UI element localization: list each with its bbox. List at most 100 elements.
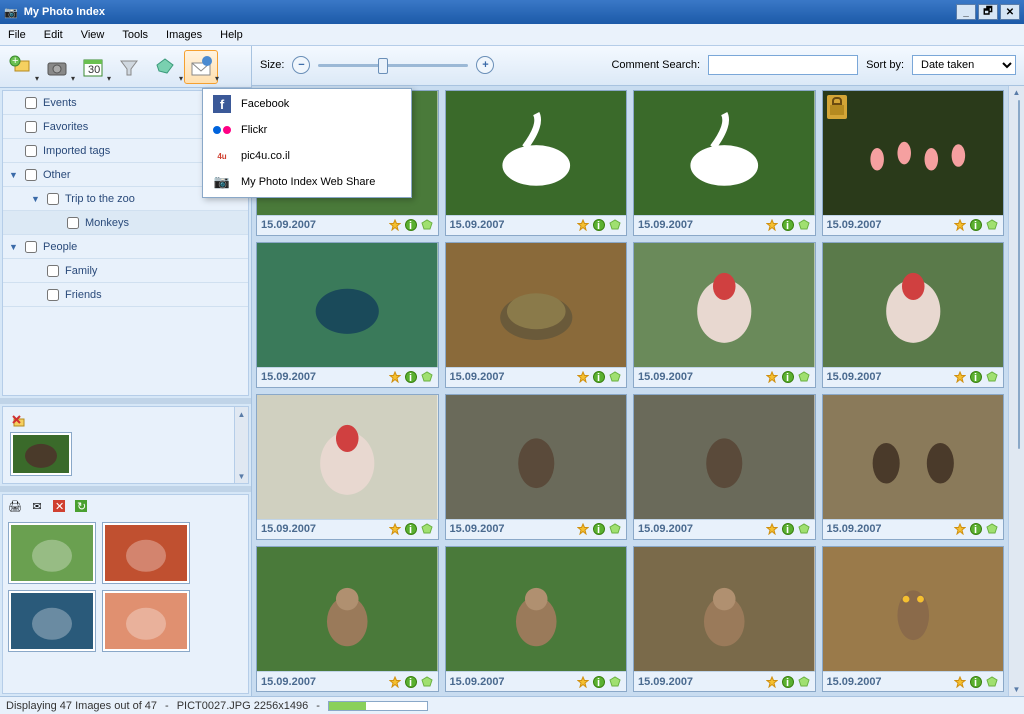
filter-button[interactable] [112,50,146,84]
comment-search-input[interactable] [708,55,858,75]
star-icon[interactable] [953,522,967,536]
share-menu-item[interactable]: 4upic4u.co.il [205,143,409,169]
star-icon[interactable] [765,370,779,384]
tag-checkbox[interactable] [25,169,37,181]
photo-card[interactable]: 15.09.2007i [445,242,628,388]
camera-button[interactable]: ▾ [40,50,74,84]
sort-select[interactable]: Date taken [912,55,1016,75]
expander-icon[interactable]: ▼ [9,170,19,180]
star-icon[interactable] [388,370,402,384]
photo-thumbnail[interactable] [823,243,1004,367]
photo-card[interactable]: 15.09.2007i [256,394,439,540]
photo-thumbnail[interactable] [823,91,1004,215]
menu-view[interactable]: View [81,29,105,41]
tag-icon[interactable] [420,370,434,384]
menu-file[interactable]: File [8,29,26,41]
zoom-out-button[interactable]: − [292,56,310,74]
tag-icon[interactable] [420,218,434,232]
star-icon[interactable] [576,218,590,232]
star-icon[interactable] [388,218,402,232]
photo-card[interactable]: 15.09.2007i [822,546,1005,692]
share-menu-item[interactable]: 📷My Photo Index Web Share [205,169,409,195]
photo-card[interactable]: 15.09.2007i [633,394,816,540]
info-icon[interactable]: i [781,522,795,536]
star-icon[interactable] [953,675,967,689]
splitter-1[interactable] [0,398,251,404]
selection-scrollbar[interactable]: ▲▼ [234,407,248,483]
photo-card[interactable]: 15.09.2007i [445,394,628,540]
tag-icon[interactable] [608,522,622,536]
info-icon[interactable]: i [592,675,606,689]
menu-help[interactable]: Help [220,29,243,41]
star-icon[interactable] [953,370,967,384]
info-icon[interactable]: i [404,370,418,384]
info-icon[interactable]: i [592,218,606,232]
mail-icon[interactable]: ✉ [29,498,45,514]
tag-color-button[interactable]: ▾ [148,50,182,84]
size-slider[interactable] [318,56,468,74]
photo-thumbnail[interactable] [634,91,815,215]
tag-icon[interactable] [985,370,999,384]
star-icon[interactable] [388,522,402,536]
menu-images[interactable]: Images [166,29,202,41]
add-tag-button[interactable]: +▾ [4,50,38,84]
delete-red-icon[interactable]: ✕ [51,498,67,514]
refresh-green-icon[interactable]: ↻ [73,498,89,514]
tag-row[interactable]: Friends [3,283,248,307]
star-icon[interactable] [576,522,590,536]
photo-card[interactable]: 15.09.2007i [822,90,1005,236]
tag-checkbox[interactable] [67,217,79,229]
tag-icon[interactable] [608,675,622,689]
info-icon[interactable]: i [592,522,606,536]
tag-icon[interactable] [985,675,999,689]
photo-thumbnail[interactable] [257,395,438,519]
info-icon[interactable]: i [404,218,418,232]
photo-thumbnail[interactable] [823,547,1004,671]
star-icon[interactable] [953,218,967,232]
menu-edit[interactable]: Edit [44,29,63,41]
tag-checkbox[interactable] [25,145,37,157]
tag-checkbox[interactable] [25,241,37,253]
info-icon[interactable]: i [969,675,983,689]
star-icon[interactable] [388,675,402,689]
star-icon[interactable] [765,522,779,536]
tag-icon[interactable] [420,522,434,536]
photo-thumbnail[interactable] [634,243,815,367]
grid-scrollbar[interactable]: ▲ ▼ [1008,86,1024,696]
tag-icon[interactable] [797,370,811,384]
photo-card[interactable]: 15.09.2007i [633,242,816,388]
photo-thumbnail[interactable] [446,395,627,519]
zoom-in-button[interactable]: + [476,56,494,74]
tag-checkbox[interactable] [47,265,59,277]
tag-icon[interactable] [797,675,811,689]
photo-thumbnail[interactable] [446,547,627,671]
star-icon[interactable] [765,218,779,232]
tag-checkbox[interactable] [25,97,37,109]
tag-icon[interactable] [985,522,999,536]
tag-row[interactable]: ▼People [3,235,248,259]
photo-thumbnail[interactable] [634,547,815,671]
tag-icon[interactable] [985,218,999,232]
info-icon[interactable]: i [592,370,606,384]
tag-checkbox[interactable] [25,121,37,133]
photo-thumbnail[interactable] [446,243,627,367]
photo-card[interactable]: 15.09.2007i [633,90,816,236]
tray-thumb[interactable] [103,591,189,651]
print-icon[interactable]: 🖨 [7,498,23,514]
tag-icon[interactable] [608,218,622,232]
tag-icon[interactable] [420,675,434,689]
star-icon[interactable] [765,675,779,689]
info-icon[interactable]: i [969,218,983,232]
photo-thumbnail[interactable] [257,243,438,367]
splitter-2[interactable] [0,486,251,492]
info-icon[interactable]: i [781,675,795,689]
info-icon[interactable]: i [404,522,418,536]
share-menu-item[interactable]: Flickr [205,117,409,143]
remove-tag-icon[interactable] [11,414,27,430]
calendar-button[interactable]: 30▾ [76,50,110,84]
photo-card[interactable]: 15.09.2007i [445,90,628,236]
photo-card[interactable]: 15.09.2007i [445,546,628,692]
minimize-button[interactable]: _ [956,4,976,20]
tray-thumb[interactable] [9,523,95,583]
photo-thumbnail[interactable] [446,91,627,215]
